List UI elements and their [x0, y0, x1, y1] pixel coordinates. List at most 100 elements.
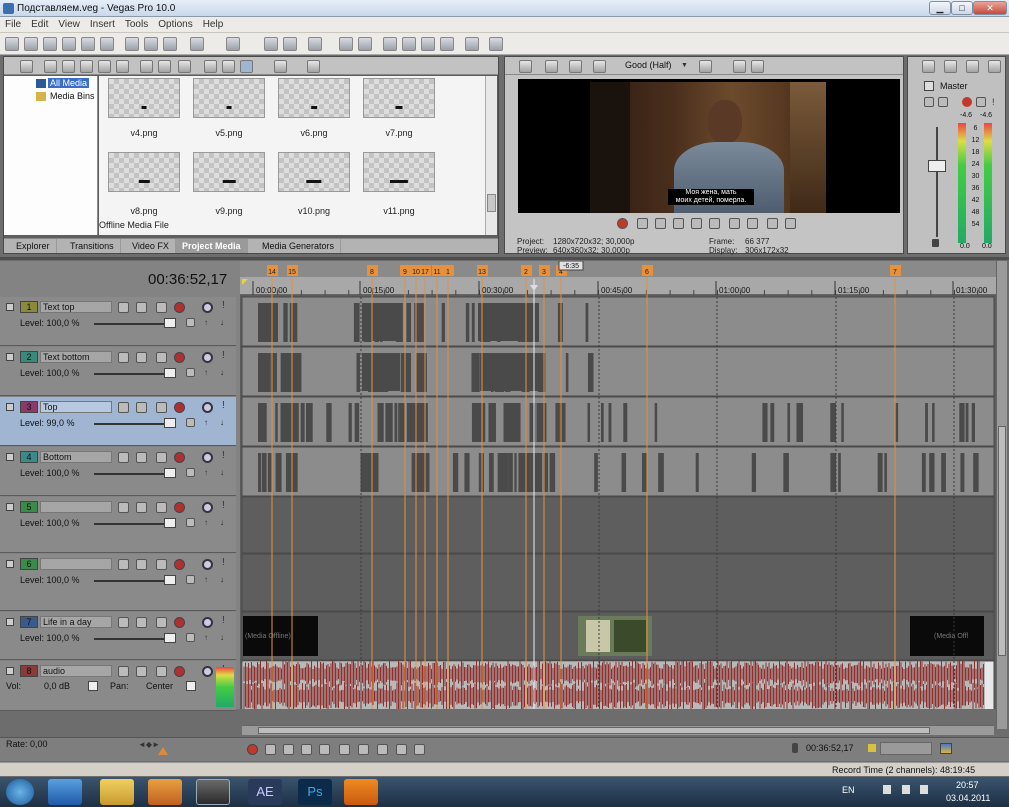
composite-mode-icon[interactable] — [156, 352, 167, 363]
track-fx-icon[interactable] — [136, 502, 147, 513]
previous-frame-button[interactable] — [396, 744, 407, 755]
track-expand-icon[interactable] — [6, 353, 14, 361]
solo-track-icon[interactable]: ! — [222, 557, 225, 568]
go-to-end-button[interactable] — [377, 744, 388, 755]
scroll-thumb[interactable] — [487, 194, 496, 212]
pause-button[interactable] — [319, 744, 330, 755]
pan-slider[interactable] — [186, 681, 196, 691]
track-name-field[interactable]: audio — [40, 665, 112, 677]
composite-mode-icon[interactable] — [156, 559, 167, 570]
mute-track-icon[interactable] — [202, 452, 213, 463]
track-header[interactable]: 4 Bottom! Level: 100,0 % ↑ ↓ — [0, 447, 236, 496]
search-media-icon[interactable] — [116, 60, 129, 73]
level-slider[interactable] — [164, 318, 176, 328]
go-to-end-icon[interactable] — [747, 218, 758, 229]
media-scrollbar[interactable] — [485, 76, 497, 235]
track-motion-icon[interactable] — [118, 352, 129, 363]
splitter[interactable] — [0, 257, 1009, 260]
clean-icon[interactable] — [98, 60, 111, 73]
lock-envelopes-icon[interactable] — [358, 37, 372, 51]
play-icon[interactable] — [673, 218, 684, 229]
tab-media-generators[interactable]: Media Generators — [256, 239, 342, 253]
track-name-field[interactable]: Life in a day — [40, 616, 112, 628]
render-icon[interactable] — [81, 37, 95, 51]
media-fx-icon[interactable] — [178, 60, 191, 73]
selection-tool-icon[interactable] — [308, 37, 322, 51]
mute-icon[interactable] — [976, 97, 986, 107]
parent-track-icon[interactable] — [186, 468, 195, 477]
composite-mode-icon[interactable] — [156, 617, 167, 628]
normal-edit-tool-icon[interactable] — [264, 37, 278, 51]
level-slider[interactable] — [164, 468, 176, 478]
mute-track-icon[interactable] — [202, 402, 213, 413]
gear-icon[interactable] — [174, 452, 185, 463]
preview-properties-icon[interactable] — [519, 60, 532, 73]
track-fx-icon[interactable] — [136, 452, 147, 463]
track-header[interactable]: 6! Level: 100,0 % ↑ ↓ — [0, 554, 236, 611]
selection-length-field[interactable] — [880, 742, 932, 755]
track-expand-icon[interactable] — [6, 618, 14, 626]
track-name-field[interactable]: Top — [40, 401, 112, 413]
undo-icon[interactable] — [190, 37, 204, 51]
track-motion-icon[interactable] — [118, 617, 129, 628]
get-media-icon[interactable] — [62, 60, 75, 73]
menu-tools[interactable]: Tools — [120, 17, 153, 30]
stop-icon[interactable] — [709, 218, 720, 229]
horizontal-scrollbar[interactable] — [242, 725, 994, 735]
horizontal-scroll-thumb[interactable] — [258, 727, 930, 734]
track-expand-icon[interactable] — [6, 667, 14, 675]
chevron-down-icon[interactable]: ▼ — [681, 62, 688, 69]
parent-track-icon[interactable] — [186, 368, 195, 377]
tab-project-media[interactable]: Project Media — [176, 239, 248, 253]
pause-icon[interactable] — [691, 218, 702, 229]
photoshop-icon[interactable]: Ps — [298, 779, 332, 805]
vertical-scrollbar[interactable] — [996, 261, 1007, 729]
gear-icon[interactable] — [174, 402, 185, 413]
menu-insert[interactable]: Insert — [85, 17, 120, 30]
parent-track-icon[interactable] — [186, 418, 195, 427]
loop-icon[interactable] — [637, 218, 648, 229]
collapse-arrow-icon[interactable]: ↓ — [220, 318, 224, 327]
auto-ripple-icon[interactable] — [339, 37, 353, 51]
volume-slider[interactable] — [88, 681, 98, 691]
expand-arrow-icon[interactable]: ↑ — [204, 468, 208, 477]
gear-icon[interactable] — [174, 352, 185, 363]
collapse-arrow-icon[interactable]: ↓ — [220, 468, 224, 477]
collapse-arrow-icon[interactable]: ↓ — [220, 368, 224, 377]
routing-icon[interactable] — [924, 97, 934, 107]
track-expand-icon[interactable] — [6, 503, 14, 511]
composite-mode-icon[interactable] — [156, 666, 167, 677]
copy-snapshot-icon[interactable] — [733, 60, 746, 73]
next-frame-button[interactable] — [414, 744, 425, 755]
extract-audio-icon[interactable] — [80, 60, 93, 73]
track-fx-icon[interactable] — [136, 617, 147, 628]
save-snapshot-icon[interactable] — [751, 60, 764, 73]
internet-explorer-icon[interactable] — [48, 779, 82, 805]
save-icon[interactable] — [43, 37, 57, 51]
external-monitor-icon[interactable] — [545, 60, 558, 73]
parent-track-icon[interactable] — [186, 518, 195, 527]
solo-track-icon[interactable]: ! — [222, 350, 225, 361]
tree-media-bins[interactable]: Media Bins — [50, 91, 95, 101]
parent-track-icon[interactable] — [186, 318, 195, 327]
redo-icon[interactable] — [226, 37, 240, 51]
dim-output-icon[interactable] — [988, 60, 1001, 73]
lock-icon[interactable] — [932, 239, 939, 247]
split-screen-icon[interactable] — [593, 60, 606, 73]
track-fx-icon[interactable] — [136, 666, 147, 677]
language-indicator[interactable]: EN — [842, 785, 855, 795]
track-motion-icon[interactable] — [118, 666, 129, 677]
help-pointer-icon[interactable] — [489, 37, 503, 51]
composite-mode-icon[interactable] — [156, 452, 167, 463]
envelope-tool-icon[interactable] — [283, 37, 297, 51]
tab-explorer[interactable]: Explorer — [10, 239, 57, 253]
action-center-icon[interactable] — [883, 785, 891, 794]
markers-icon[interactable] — [440, 37, 454, 51]
menu-help[interactable]: Help — [198, 17, 229, 30]
expand-arrow-icon[interactable]: ↑ — [204, 318, 208, 327]
media-player-icon[interactable] — [148, 779, 182, 805]
collapse-arrow-icon[interactable]: ↓ — [220, 633, 224, 642]
expand-arrow-icon[interactable]: ↑ — [204, 368, 208, 377]
parent-track-icon[interactable] — [186, 575, 195, 584]
play-media-icon[interactable] — [204, 60, 217, 73]
